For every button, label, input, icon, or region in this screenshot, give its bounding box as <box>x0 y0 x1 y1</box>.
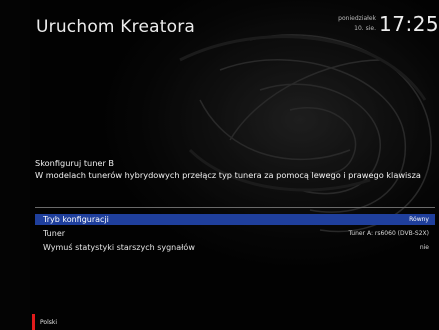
description-line: Skonfiguruj tuner B <box>35 158 115 168</box>
menu-item-value: nie <box>419 244 429 251</box>
day-label: poniedziałek <box>338 15 376 22</box>
separator <box>35 207 435 208</box>
menu-item-config-mode[interactable]: Tryb konfiguracji Równy <box>35 214 435 225</box>
wizard-screen: Uruchom Kreatora poniedziałek 10. sie. 1… <box>0 0 439 330</box>
menu-item-label: Tryb konfiguracji <box>43 215 109 224</box>
description-text: Skonfiguruj tuner BW modelach tunerów hy… <box>35 158 435 181</box>
menu-item-tuner[interactable]: Tuner Tuner A: rs6060 (DVB-S2X) <box>35 228 435 239</box>
menu-item-legacy-signal-stats[interactable]: Wymuś statystyki starszych sygnałów nie <box>35 242 435 253</box>
clock: 17:25 <box>379 12 439 36</box>
date-label: 10. sie. <box>354 25 376 32</box>
red-key-indicator <box>32 314 35 330</box>
date-display: poniedziałek 10. sie. <box>332 14 376 34</box>
menu-item-value: Tuner A: rs6060 (DVB-S2X) <box>348 230 429 237</box>
language-button[interactable]: Polski <box>40 319 57 326</box>
menu-item-value: Równy <box>409 216 429 223</box>
page-title: Uruchom Kreatora <box>36 17 196 37</box>
menu-item-label: Tuner <box>43 229 66 238</box>
description-lines: Skonfiguruj tuner BW modelach tunerów hy… <box>35 158 435 181</box>
description-line: W modelach tunerów hybrydowych przełącz … <box>35 169 421 180</box>
menu-item-label: Wymuś statystyki starszych sygnałów <box>43 243 195 252</box>
